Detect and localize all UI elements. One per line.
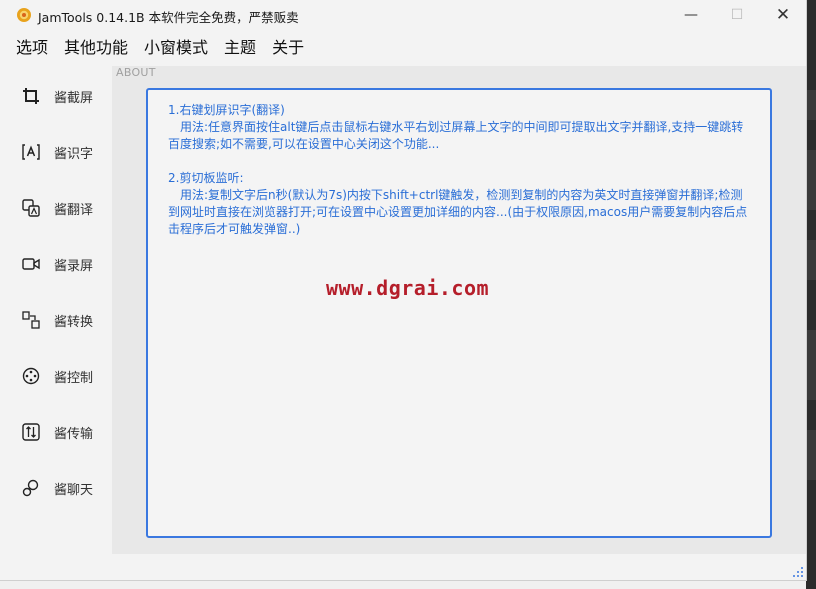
maximize-icon: ☐ [730,7,744,23]
video-camera-icon [22,258,40,270]
background-window-right-edge [806,0,816,589]
sidebar-item-ocr[interactable]: 酱识字 [10,124,110,180]
sidebar-item-screenshot[interactable]: 酱截屏 [10,68,110,124]
translate-icon [22,199,40,217]
menu-theme[interactable]: 主题 [216,34,264,62]
menu-mini-window[interactable]: 小窗模式 [136,34,216,62]
transfer-icon [22,423,40,441]
about-section-label: ABOUT [116,66,156,79]
sidebar-item-label: 酱截屏 [54,90,94,106]
sidebar-item-label: 酱转换 [54,314,94,330]
control-icon [22,367,40,385]
window-title: JamTools 0.14.1B 本软件完全免费，严禁贩卖 [38,10,299,25]
maximize-button[interactable]: ☐ [714,0,760,30]
section1-title: 1.右键划屏识字(翻译) [168,103,285,117]
minimize-icon: — [684,7,698,23]
sidebar-item-label: 酱聊天 [54,482,94,498]
sidebar: 酱截屏 酱识字 酱翻译 酱录屏 酱转换 酱控制 酱传输 酱聊天 [10,66,110,554]
sidebar-item-transfer[interactable]: 酱传输 [10,404,110,460]
sidebar-item-convert[interactable]: 酱转换 [10,292,110,348]
chat-icon [22,479,39,497]
watermark-text: www.dgrai.com [326,276,490,300]
minimize-button[interactable]: — [668,0,714,30]
menu-about[interactable]: 关于 [264,34,312,62]
close-icon: ✕ [775,5,791,25]
about-info-box[interactable]: 1.右键划屏识字(翻译) 用法:任意界面按住alt键后点击鼠标右键水平右划过屏幕… [146,88,772,538]
sidebar-item-label: 酱录屏 [54,258,94,274]
crop-icon [23,88,39,104]
title-bar[interactable]: JamTools 0.14.1B 本软件完全免费，严禁贩卖 — ☐ ✕ [0,0,806,30]
sidebar-item-control[interactable]: 酱控制 [10,348,110,404]
section2-title: 2.剪切板监听: [168,171,244,185]
about-info-text: 1.右键划屏识字(翻译) 用法:任意界面按住alt键后点击鼠标右键水平右划过屏幕… [168,102,754,238]
about-panel: ABOUT 1.右键划屏识字(翻译) 用法:任意界面按住alt键后点击鼠标右键水… [112,66,806,554]
sidebar-item-label: 酱传输 [54,426,94,442]
menu-bar: 选项 其他功能 小窗模式 主题 关于 [8,34,312,62]
text-recognition-icon [22,144,40,160]
app-logo-icon [17,8,31,22]
section2-body: 用法:复制文字后n秒(默认为7s)内按下shift+ctrl键触发，检测到复制的… [168,188,748,236]
sidebar-item-label: 酱控制 [54,370,94,386]
sidebar-item-label: 酱翻译 [54,202,94,218]
resize-grip-icon[interactable] [792,566,804,578]
sidebar-item-screen-record[interactable]: 酱录屏 [10,236,110,292]
sidebar-item-translate[interactable]: 酱翻译 [10,180,110,236]
app-window: JamTools 0.14.1B 本软件完全免费，严禁贩卖 — ☐ ✕ 选项 其… [0,0,807,581]
menu-other-functions[interactable]: 其他功能 [56,34,136,62]
menu-options[interactable]: 选项 [8,34,56,62]
convert-icon [22,311,40,329]
section1-body: 用法:任意界面按住alt键后点击鼠标右键水平右划过屏幕上文字的中间即可提取出文字… [168,120,744,151]
sidebar-item-label: 酱识字 [54,146,94,162]
sidebar-item-chat[interactable]: 酱聊天 [10,460,110,516]
close-button[interactable]: ✕ [760,0,806,30]
